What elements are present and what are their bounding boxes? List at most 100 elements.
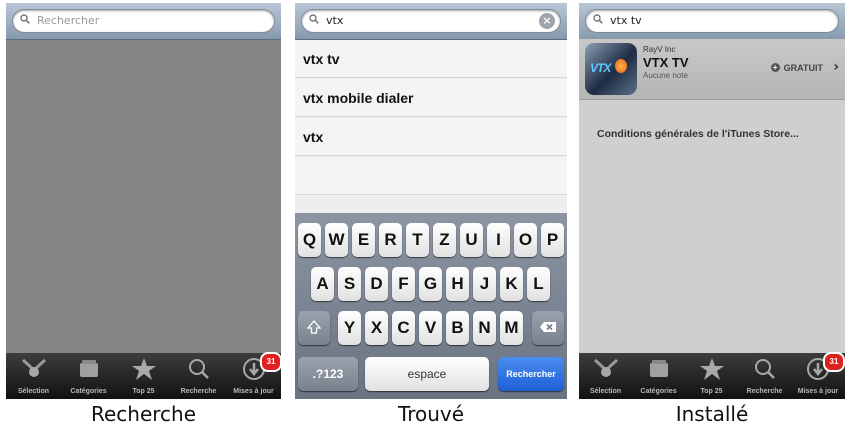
tab-label: Mises à jour <box>233 388 274 395</box>
star-icon <box>699 358 724 380</box>
tab-label: Mises à jour <box>797 388 839 395</box>
key[interactable]: I <box>487 223 510 257</box>
search-icon <box>188 359 209 379</box>
suggestion-item[interactable]: vtx tv <box>295 40 567 78</box>
updates-badge: 31 <box>823 352 845 372</box>
tab-bar: Sélection Catégories Top 25 Recherche 31… <box>579 352 845 399</box>
app-icon-logo: VTX <box>590 61 611 75</box>
key[interactable]: Q <box>298 223 321 257</box>
key[interactable]: U <box>460 223 483 257</box>
key[interactable]: M <box>500 311 523 345</box>
key[interactable]: V <box>419 311 442 345</box>
magnifier-icon <box>593 14 603 24</box>
price-label: GRATUIT <box>783 63 823 73</box>
categories-icon <box>649 360 668 377</box>
key[interactable]: Z <box>433 223 456 257</box>
plus-icon: + <box>770 63 780 72</box>
featured-icon <box>593 358 618 377</box>
empty-row <box>295 157 567 195</box>
tab-label: Sélection <box>17 388 50 395</box>
key[interactable]: N <box>473 311 496 345</box>
key[interactable]: S <box>338 267 361 301</box>
search-bar: vtx × <box>295 3 567 40</box>
shift-key[interactable] <box>298 311 330 345</box>
tab-categories[interactable]: Catégories <box>632 353 685 399</box>
key[interactable]: A <box>311 267 334 301</box>
tab-top25[interactable]: Top 25 <box>116 353 171 399</box>
search-placeholder: Rechercher <box>37 14 100 27</box>
key[interactable]: E <box>352 223 375 257</box>
keyboard: Q W E R T Z U I O P A S D F G H J K L Y … <box>295 213 567 399</box>
tab-recherche[interactable]: Recherche <box>171 353 226 399</box>
tab-updates[interactable]: 31 Mises à jour <box>791 352 845 399</box>
search-icon <box>754 359 775 379</box>
tab-updates[interactable]: 31 Mises à jour <box>226 352 281 399</box>
key[interactable]: G <box>419 267 442 301</box>
star-icon <box>131 358 156 380</box>
key[interactable]: T <box>406 223 429 257</box>
key[interactable]: F <box>392 267 415 301</box>
screen-recherche: Rechercher Sélection Catégories Top 25 R… <box>6 3 281 399</box>
app-icon-swoosh <box>615 59 627 73</box>
backspace-icon <box>540 322 556 332</box>
key[interactable]: X <box>365 311 388 345</box>
tab-label: Catégories <box>70 388 107 395</box>
key[interactable]: C <box>392 311 415 345</box>
app-result-row[interactable]: VTX RayV Inc VTX TV Aucune note + GRATUIT… <box>579 39 845 100</box>
tab-label: Recherche <box>746 388 783 395</box>
screen-installe: vtx tv VTX RayV Inc VTX TV Aucune note +… <box>579 3 845 399</box>
app-icon: VTX <box>585 43 637 95</box>
tab-label: Recherche <box>180 388 217 395</box>
key[interactable]: Y <box>338 311 361 345</box>
key[interactable]: K <box>500 267 523 301</box>
screen-trouve: vtx × vtx tv vtx mobile dialer vtx Q W E… <box>295 3 567 399</box>
price-button[interactable]: + GRATUIT <box>770 63 823 73</box>
app-publisher: RayV Inc <box>643 45 676 54</box>
search-input[interactable]: vtx × <box>301 9 561 33</box>
search-input[interactable]: Rechercher <box>12 9 275 33</box>
tab-recherche[interactable]: Recherche <box>738 353 791 399</box>
suggestion-item[interactable]: vtx mobile dialer <box>295 79 567 117</box>
tab-label: Sélection <box>589 388 622 395</box>
tab-label: Top 25 <box>132 388 155 395</box>
suggestion-item[interactable]: vtx <box>295 118 567 156</box>
chevron-right-icon: › <box>833 59 839 75</box>
search-value: vtx tv <box>610 14 642 27</box>
key[interactable]: D <box>365 267 388 301</box>
tab-selection[interactable]: Sélection <box>6 353 61 399</box>
key[interactable]: B <box>446 311 469 345</box>
magnifier-icon <box>309 14 319 24</box>
key[interactable]: R <box>379 223 402 257</box>
caption-recherche: Recherche <box>90 402 197 426</box>
clear-icon[interactable]: × <box>539 13 555 29</box>
backspace-key[interactable] <box>532 311 564 345</box>
key[interactable]: O <box>514 223 537 257</box>
key[interactable]: H <box>446 267 469 301</box>
app-name: VTX TV <box>643 55 689 70</box>
terms-link[interactable]: Conditions générales de l'iTunes Store..… <box>597 128 799 140</box>
search-bar: vtx tv <box>579 3 845 40</box>
numbers-key[interactable]: .?123 <box>298 357 358 391</box>
categories-icon <box>79 360 98 377</box>
caption-trouve: Trouvé <box>397 402 465 426</box>
tab-bar: Sélection Catégories Top 25 Recherche 31… <box>6 352 281 399</box>
key[interactable]: L <box>527 267 550 301</box>
updates-badge: 31 <box>260 352 281 372</box>
key[interactable]: P <box>541 223 564 257</box>
tab-label: Catégories <box>640 388 677 395</box>
key[interactable]: J <box>473 267 496 301</box>
tab-top25[interactable]: Top 25 <box>685 353 738 399</box>
space-key[interactable]: espace <box>365 357 489 391</box>
tab-label: Top 25 <box>700 388 723 395</box>
search-input[interactable]: vtx tv <box>585 9 839 33</box>
app-rating: Aucune note <box>643 71 688 80</box>
shift-icon <box>306 320 322 334</box>
search-value: vtx <box>326 14 344 27</box>
search-key[interactable]: Rechercher <box>498 357 564 391</box>
featured-icon <box>21 358 46 377</box>
magnifier-icon <box>20 14 30 24</box>
search-bar: Rechercher <box>6 3 281 40</box>
key[interactable]: W <box>325 223 348 257</box>
tab-selection[interactable]: Sélection <box>579 353 632 399</box>
tab-categories[interactable]: Catégories <box>61 353 116 399</box>
